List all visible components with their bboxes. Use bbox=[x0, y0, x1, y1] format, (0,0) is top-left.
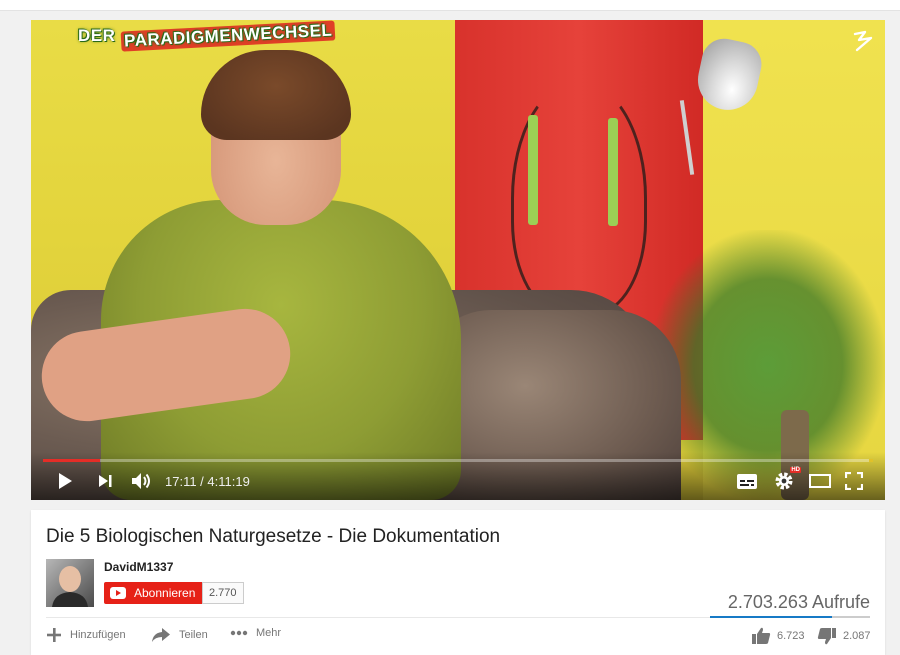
channel-branding-icon[interactable] bbox=[851, 28, 877, 54]
channel-name[interactable]: DavidM1337 bbox=[104, 560, 173, 574]
fullscreen-icon bbox=[845, 472, 863, 490]
subscriber-count: 2.770 bbox=[202, 582, 244, 604]
plus-icon bbox=[47, 628, 61, 642]
settings-icon bbox=[775, 472, 793, 490]
theater-mode-button[interactable] bbox=[807, 470, 833, 492]
channel-avatar[interactable] bbox=[46, 559, 94, 607]
progress-end-marker bbox=[869, 459, 873, 462]
like-count: 6.723 bbox=[777, 630, 805, 642]
theater-icon bbox=[809, 474, 831, 488]
fullscreen-button[interactable] bbox=[841, 470, 867, 492]
like-ratio-bar bbox=[710, 616, 870, 618]
avatar-image bbox=[46, 559, 94, 607]
add-to-label: Hinzufügen bbox=[70, 629, 126, 641]
time-display: 17:11 / 4:11:19 bbox=[165, 474, 250, 489]
dislike-button[interactable]: 2.087 bbox=[817, 627, 871, 645]
dislike-count: 2.087 bbox=[843, 630, 871, 642]
settings-button[interactable]: HD bbox=[771, 467, 801, 492]
logo-text-der: DER bbox=[78, 26, 121, 45]
view-count: 2.703.263 Aufrufe bbox=[727, 592, 870, 612]
video-title: Die 5 Biologischen Naturgesetze - Die Do… bbox=[46, 526, 501, 547]
share-button[interactable]: Teilen bbox=[151, 627, 208, 643]
subtitles-button[interactable] bbox=[735, 470, 759, 492]
progress-bar[interactable] bbox=[43, 459, 873, 462]
add-to-button[interactable]: Hinzufügen bbox=[46, 627, 126, 643]
scene-candle bbox=[608, 118, 618, 226]
more-label: Mehr bbox=[256, 627, 282, 639]
volume-button[interactable] bbox=[129, 470, 155, 492]
play-icon bbox=[59, 473, 72, 489]
next-button[interactable] bbox=[93, 470, 117, 492]
video-player[interactable]: DER PARADIGMENWECHSEL 17:11 / 4:11:19 HD bbox=[31, 20, 885, 500]
hd-badge: HD bbox=[790, 467, 801, 473]
thumbs-down-icon bbox=[817, 628, 836, 645]
subtitles-icon bbox=[737, 473, 757, 489]
share-icon bbox=[152, 628, 170, 642]
video-frame bbox=[31, 20, 885, 500]
top-strip bbox=[0, 0, 900, 11]
share-label: Teilen bbox=[179, 629, 208, 641]
play-button[interactable] bbox=[53, 470, 77, 492]
video-info-panel: Die 5 Biologischen Naturgesetze - Die Do… bbox=[31, 510, 885, 655]
channel-watermark-logo: DER PARADIGMENWECHSEL bbox=[78, 20, 336, 52]
scene-candle bbox=[528, 115, 538, 225]
player-controls: 17:11 / 4:11:19 HD bbox=[31, 452, 885, 500]
next-icon bbox=[99, 475, 112, 487]
volume-icon bbox=[132, 473, 150, 489]
like-button[interactable]: 6.723 bbox=[751, 627, 805, 645]
youtube-play-icon bbox=[110, 587, 126, 599]
more-button[interactable]: Mehr bbox=[230, 627, 281, 639]
like-ratio-fill bbox=[710, 616, 832, 618]
subscribe-label: Abonnieren bbox=[134, 586, 196, 600]
subscribe-button[interactable]: Abonnieren bbox=[104, 582, 204, 604]
thumbs-up-icon bbox=[752, 627, 771, 644]
progress-played bbox=[43, 459, 101, 462]
more-dots-icon bbox=[230, 630, 248, 636]
